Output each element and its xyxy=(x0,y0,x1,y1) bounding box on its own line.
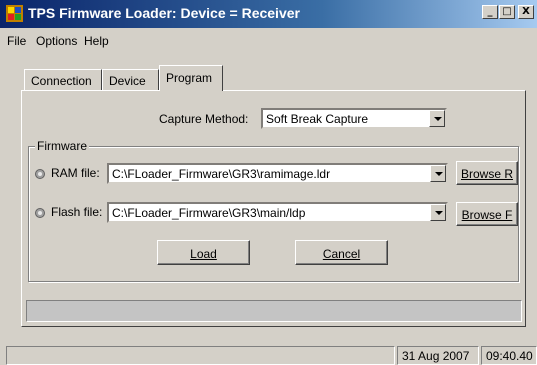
capture-method-select[interactable]: Soft Break Capture xyxy=(261,108,447,129)
capture-method-label: Capture Method: xyxy=(159,112,249,126)
close-button[interactable]: X xyxy=(518,5,534,19)
maximize-button[interactable]: □ xyxy=(499,5,515,19)
flash-file-label: Flash file: xyxy=(51,205,103,219)
flash-file-value: C:\FLoader_Firmware\GR3\main/ldp xyxy=(112,206,306,220)
ram-file-radio[interactable] xyxy=(35,169,45,179)
chevron-down-icon[interactable] xyxy=(430,204,446,221)
window-title: TPS Firmware Loader: Device = Receiver xyxy=(28,5,300,21)
tab-program[interactable]: Program xyxy=(159,65,223,91)
status-bar: 31 Aug 2007 09:40.40 xyxy=(0,344,537,365)
title-bar[interactable]: TPS Firmware Loader: Device = Receiver _… xyxy=(0,0,537,28)
tab-device[interactable]: Device xyxy=(102,69,159,91)
cancel-button[interactable]: Cancel xyxy=(295,240,388,265)
menu-options[interactable]: Options xyxy=(36,34,77,48)
menu-bar: File Options Help xyxy=(0,30,537,52)
browse-ram-button[interactable]: Browse R xyxy=(456,161,518,185)
ram-file-label: RAM file: xyxy=(51,166,100,180)
load-button[interactable]: Load xyxy=(157,240,250,265)
chevron-down-icon[interactable] xyxy=(430,165,446,182)
browse-flash-button[interactable]: Browse F xyxy=(456,202,518,226)
app-icon xyxy=(6,5,23,22)
minimize-button[interactable]: _ xyxy=(482,5,498,19)
ram-file-value: C:\FLoader_Firmware\GR3\ramimage.ldr xyxy=(112,167,331,181)
main-window: TPS Firmware Loader: Device = Receiver _… xyxy=(0,0,537,365)
menu-help[interactable]: Help xyxy=(84,34,109,48)
status-time: 09:40.40 xyxy=(481,346,537,365)
status-date: 31 Aug 2007 xyxy=(397,346,479,365)
status-message xyxy=(6,346,395,365)
tab-connection[interactable]: Connection xyxy=(24,69,102,91)
ram-file-select[interactable]: C:\FLoader_Firmware\GR3\ramimage.ldr xyxy=(107,163,448,184)
flash-file-select[interactable]: C:\FLoader_Firmware\GR3\main/ldp xyxy=(107,202,448,223)
menu-file[interactable]: File xyxy=(7,34,26,48)
progress-bar xyxy=(26,300,522,322)
firmware-group-title: Firmware xyxy=(35,139,89,153)
flash-file-radio[interactable] xyxy=(35,208,45,218)
capture-method-value: Soft Break Capture xyxy=(266,112,369,126)
chevron-down-icon[interactable] xyxy=(429,110,445,127)
